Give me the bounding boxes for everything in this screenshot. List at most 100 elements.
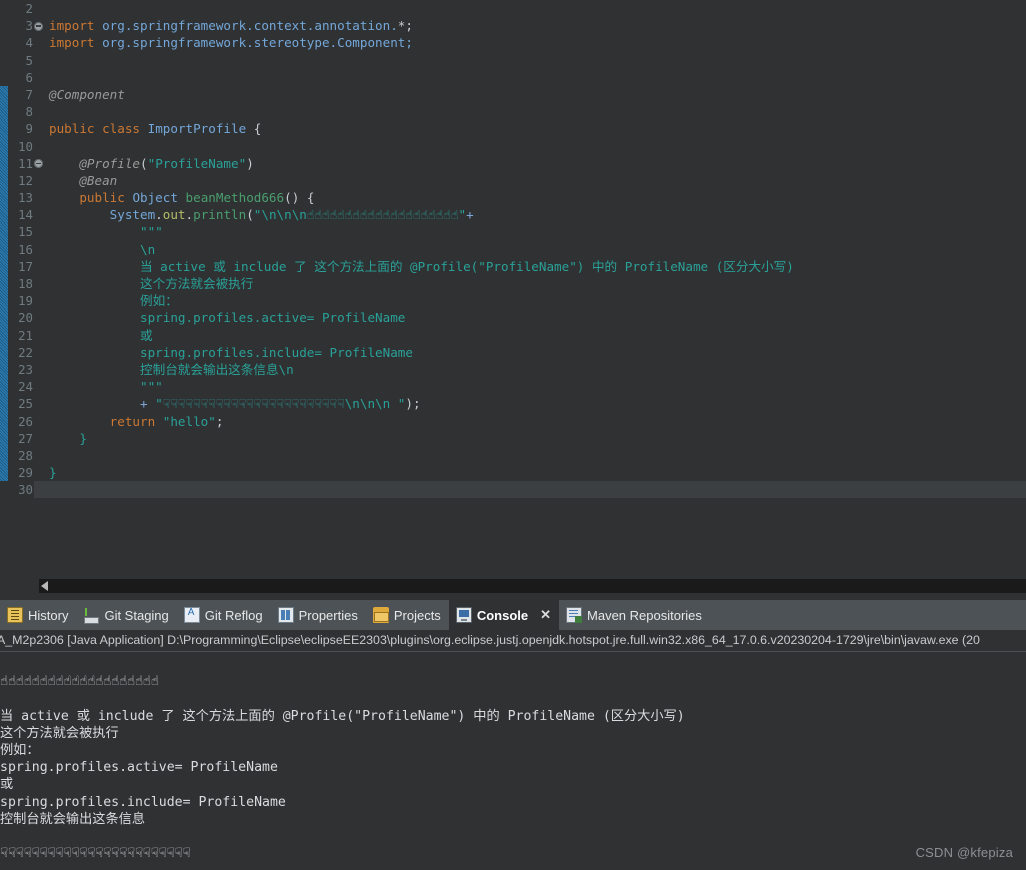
token-punc: ; — [215, 413, 224, 429]
close-icon[interactable]: ✕ — [540, 607, 551, 623]
code-line-text[interactable]: 这个方法就会被执行 — [44, 275, 1026, 292]
code-line-text[interactable]: } — [44, 464, 1026, 481]
line-number: 14 — [18, 207, 33, 223]
code-line[interactable]: 23 控制台就会输出这条信息\n — [0, 360, 1026, 379]
java-source-editor[interactable]: 2 3 import org.springframework.context.an… — [0, 0, 1026, 573]
code-line-text[interactable]: 控制台就会输出这条信息\n — [44, 361, 1026, 378]
console-icon — [455, 607, 472, 623]
code-line[interactable]: 18 这个方法就会被执行 — [0, 275, 1026, 293]
code-line[interactable]: 22 spring.profiles.include= ProfileName — [0, 343, 1026, 361]
code-line-text[interactable]: """ — [44, 223, 1026, 240]
code-line[interactable]: 4 import org.springframework.stereotype.C… — [0, 34, 1026, 51]
editor-horizontal-scrollbar[interactable] — [0, 573, 1026, 600]
code-line-text[interactable]: 当 active 或 include 了 这个方法上面的 @Profile("P… — [44, 258, 1026, 275]
eclipse-ide-window: 2 3 import org.springframework.context.an… — [0, 0, 1026, 870]
change-bar-marker — [0, 343, 8, 361]
token-anno: @Profile — [79, 155, 141, 171]
code-line-text[interactable]: \n — [44, 241, 1026, 258]
code-line[interactable]: 20 spring.profiles.active= ProfileName — [0, 309, 1026, 327]
token-str: "\n\n\n☝☝☝☝☝☝☝☝☝☝☝☝☝☝☝☝☝☝☝☝" — [253, 207, 467, 223]
code-line[interactable]: 15 """ — [0, 223, 1026, 241]
tab-projects[interactable]: Projects — [366, 600, 449, 630]
code-line[interactable]: 26 return "hello"; — [0, 412, 1026, 430]
code-line[interactable]: 28 — [0, 446, 1026, 465]
code-line-text[interactable]: public class ImportProfile { — [44, 120, 1026, 137]
code-line-text[interactable]: @Profile("ProfileName") — [44, 155, 1026, 172]
code-line-text[interactable]: @Bean — [44, 172, 1026, 189]
fold-gutter-slot — [34, 86, 44, 103]
console-output[interactable]: ☝☝☝☝☝☝☝☝☝☝☝☝☝☝☝☝☝☝☝☝ 当 active 或 include … — [0, 652, 1026, 862]
code-line[interactable]: 10 — [0, 137, 1026, 155]
code-area[interactable]: 2 3 import org.springframework.context.an… — [0, 0, 1026, 499]
tab-git-reflog[interactable]: Git Reflog — [177, 600, 271, 630]
code-line[interactable]: 24 """ — [0, 378, 1026, 396]
change-bar-marker — [0, 412, 8, 430]
code-line[interactable]: 29} — [0, 464, 1026, 482]
fold-collapse-icon[interactable] — [34, 155, 44, 172]
line-number: 18 — [18, 276, 33, 291]
change-bar-marker — [0, 464, 8, 482]
fold-collapse-icon[interactable] — [34, 17, 44, 34]
console-output-line: spring.profiles.include= ProfileName — [0, 794, 286, 810]
code-line[interactable]: 19 例如： — [0, 292, 1026, 310]
tab-git-staging[interactable]: Git Staging — [76, 600, 176, 630]
tab-maven-repositories[interactable]: Maven Repositories — [559, 600, 710, 630]
scrollbar-track[interactable] — [39, 579, 1026, 593]
code-line-text[interactable] — [44, 69, 1026, 86]
code-line[interactable]: 6 — [0, 69, 1026, 86]
code-line-text[interactable] — [44, 52, 1026, 69]
code-line-text[interactable]: spring.profiles.active= ProfileName — [44, 309, 1026, 326]
code-line[interactable]: 8 — [0, 103, 1026, 121]
code-line[interactable]: 2 — [0, 0, 1026, 17]
code-line-text[interactable]: + "☟☟☟☟☟☟☟☟☟☟☟☟☟☟☟☟☟☟☟☟☟☟☟☟\n\n\n "); — [44, 395, 1026, 412]
code-line[interactable]: 7 @Component — [0, 85, 1026, 104]
console-view[interactable]: A_M2p2306 [Java Application] D:\Programm… — [0, 630, 1026, 870]
fold-gutter-slot — [34, 481, 44, 499]
code-line[interactable]: 14 System.out.println("\n\n\n☝☝☝☝☝☝☝☝☝☝☝… — [0, 206, 1026, 224]
tab-properties[interactable]: Properties — [271, 600, 366, 630]
code-line-text[interactable] — [44, 0, 1026, 17]
scroll-left-arrow-icon[interactable] — [41, 581, 48, 591]
code-line-text[interactable] — [44, 138, 1026, 155]
tab-console[interactable]: Console ✕ — [448, 600, 560, 630]
code-line[interactable]: 21 或 — [0, 326, 1026, 344]
code-line[interactable]: 13 public Object beanMethod666() { — [0, 189, 1026, 207]
code-line-text[interactable]: } — [44, 430, 1026, 447]
tab-history[interactable]: History — [0, 600, 76, 630]
code-line-text[interactable]: @Component — [44, 86, 1026, 103]
tab-label: Git Staging — [104, 607, 169, 623]
fold-gutter-slot — [34, 0, 44, 17]
change-bar-empty — [0, 34, 8, 51]
code-line-text[interactable] — [44, 481, 1026, 499]
code-line[interactable]: 16 \n — [0, 240, 1026, 258]
code-line[interactable]: 5 — [0, 52, 1026, 69]
code-line-text[interactable]: System.out.println("\n\n\n☝☝☝☝☝☝☝☝☝☝☝☝☝☝… — [44, 206, 1026, 223]
code-line[interactable]: 25 + "☟☟☟☟☟☟☟☟☟☟☟☟☟☟☟☟☟☟☟☟☟☟☟☟\n\n\n "); — [0, 395, 1026, 413]
code-line-text[interactable]: import org.springframework.stereotype.Co… — [44, 34, 1026, 51]
code-line-text[interactable]: public Object beanMethod666() { — [44, 189, 1026, 206]
code-line-text[interactable] — [44, 447, 1026, 464]
code-line[interactable]: 11 @Profile("ProfileName") — [0, 154, 1026, 172]
code-line-text[interactable]: 例如： — [44, 292, 1026, 309]
code-line[interactable]: 3 import org.springframework.context.anno… — [0, 17, 1026, 34]
code-line-text[interactable]: 或 — [44, 327, 1026, 344]
code-line-text[interactable]: """ — [44, 378, 1026, 395]
code-line[interactable]: 27 } — [0, 429, 1026, 447]
code-line-text[interactable] — [44, 103, 1026, 120]
view-tab-bar[interactable]: History Git Staging Git Reflog Properties Pr… — [0, 600, 1026, 630]
fold-gutter-slot — [34, 413, 44, 430]
code-line[interactable]: 30 — [0, 481, 1026, 499]
token-punc: . — [155, 207, 163, 223]
code-line[interactable]: 17 当 active 或 include 了 这个方法上面的 @Profile… — [0, 257, 1026, 275]
line-number: 3 — [25, 18, 33, 34]
code-line-text[interactable]: spring.profiles.include= ProfileName — [44, 344, 1026, 361]
code-line-text[interactable]: import org.springframework.context.annot… — [44, 17, 1026, 34]
code-line[interactable]: 12 @Bean — [0, 171, 1026, 190]
code-line-text[interactable]: return "hello"; — [44, 413, 1026, 430]
token-str: "☟☟☟☟☟☟☟☟☟☟☟☟☟☟☟☟☟☟☟☟☟☟☟☟\n\n\n " — [155, 396, 406, 412]
code-line[interactable]: 9 public class ImportProfile { — [0, 120, 1026, 138]
token-anno: @Bean — [79, 172, 118, 188]
